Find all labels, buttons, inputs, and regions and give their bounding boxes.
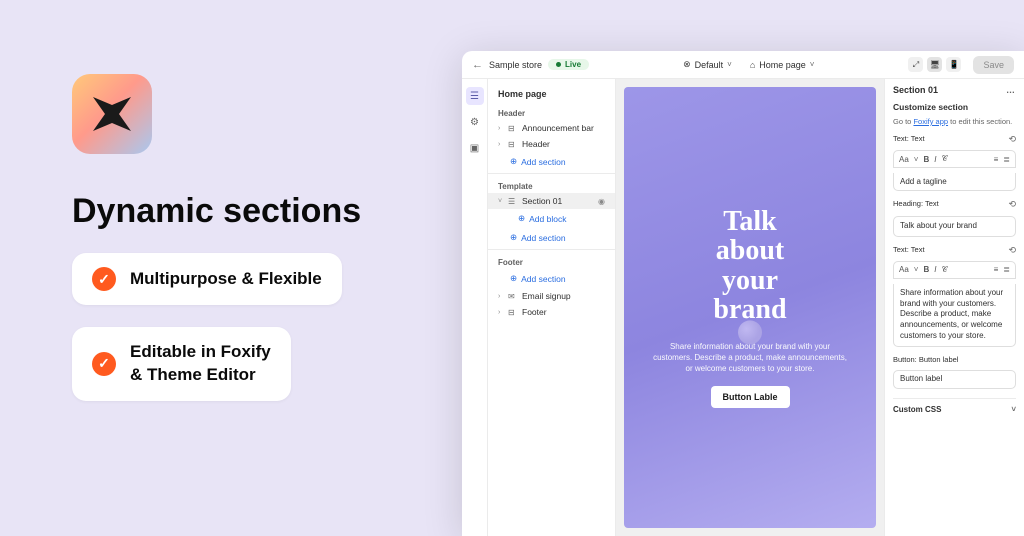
button-label-input[interactable]: Button label — [893, 370, 1016, 389]
hero-description: Share information about your brand with … — [650, 341, 850, 375]
tree-row-email-signup[interactable]: ›✉Email signup — [488, 288, 615, 304]
tree-row-section01[interactable]: ˅☰Section 01◉ — [488, 193, 615, 209]
canvas: Talk about your brand Share information … — [616, 79, 884, 536]
field-label-text2: Text: Text⟲ — [893, 245, 1016, 256]
page-dropdown[interactable]: ⌂ Home page ˅ — [750, 59, 815, 70]
fullscreen-icon[interactable]: ⤢ — [908, 57, 923, 72]
tree-row-header[interactable]: ›⊟Header — [488, 136, 615, 152]
chevron-down-icon: ˅ — [727, 60, 732, 69]
fox-icon — [89, 91, 135, 137]
reset-icon[interactable]: ⟲ — [1008, 245, 1016, 256]
desktop-icon[interactable]: 🖥 — [927, 57, 942, 72]
feature-card: Editable in Foxify & Theme Editor — [72, 327, 291, 401]
chevron-down-icon: ˅ — [810, 60, 815, 69]
customize-note: Go to Foxify app to edit this section. — [893, 117, 1016, 126]
home-icon: ⌂ — [750, 60, 755, 70]
tree-group-header: Header — [488, 103, 615, 120]
reset-icon[interactable]: ⟲ — [1008, 199, 1016, 210]
sections-rail-icon[interactable]: ☰ — [466, 87, 484, 105]
tree-row-announcement[interactable]: ›⊟Announcement bar — [488, 120, 615, 136]
more-icon[interactable]: … — [1006, 85, 1016, 95]
app-window: ← Sample store Live ⊗ Default ˅ ⌂ Home p… — [462, 51, 1024, 536]
reset-icon[interactable]: ⟲ — [1008, 134, 1016, 145]
tree-row-footer[interactable]: ›⊟Footer — [488, 304, 615, 320]
check-circle-icon — [92, 267, 116, 291]
custom-css-accordion[interactable]: Custom CSS˅ — [893, 398, 1016, 414]
hero-button[interactable]: Button Lable — [711, 386, 790, 408]
feature-text: Editable in Foxify & Theme Editor — [130, 341, 271, 387]
field-label-button: Button: Button label — [893, 355, 1016, 364]
heading-input[interactable]: Talk about your brand — [893, 216, 1016, 237]
check-circle-icon — [92, 352, 116, 376]
body-text-input[interactable]: Share information about your brand with … — [893, 284, 1016, 347]
field-label-heading: Heading: Text⟲ — [893, 199, 1016, 210]
add-block-link[interactable]: ⊕Add block — [488, 209, 615, 228]
back-icon[interactable]: ← — [472, 59, 483, 71]
section-tree: Home page Header ›⊟Announcement bar ›⊟He… — [488, 79, 616, 536]
mobile-icon[interactable]: 📱 — [946, 57, 961, 72]
store-name: Sample store — [489, 60, 542, 70]
format-toolbar[interactable]: Aa˅ B I 𝒞 ≡ ≣ — [893, 261, 1016, 279]
foxify-link[interactable]: Foxify app — [913, 117, 948, 126]
feature-card: Multipurpose & Flexible — [72, 253, 342, 305]
visibility-icon: ◉ — [598, 197, 605, 206]
settings-rail-icon[interactable]: ⚙ — [466, 113, 484, 131]
globe-icon: ⊗ — [683, 59, 691, 70]
foxify-logo — [72, 74, 152, 154]
tree-group-template: Template — [488, 176, 615, 193]
tagline-input[interactable]: Add a tagline — [893, 173, 1016, 191]
apps-rail-icon[interactable]: ▣ — [466, 139, 484, 157]
device-switcher: ⤢ 🖥 📱 Save — [908, 56, 1014, 74]
hero-heading: Talk about your brand — [713, 207, 786, 325]
preview-stage: Talk about your brand Share information … — [624, 87, 876, 528]
field-label-text: Text: Text⟲ — [893, 134, 1016, 145]
add-section-link[interactable]: ⊕Add section — [488, 269, 615, 288]
tree-group-footer: Footer — [488, 252, 615, 269]
nav-rail: ☰ ⚙ ▣ — [462, 79, 488, 536]
add-section-link[interactable]: ⊕Add section — [488, 228, 615, 247]
page-title: Dynamic sections — [72, 192, 412, 231]
save-button[interactable]: Save — [973, 56, 1014, 74]
format-toolbar[interactable]: Aa˅ B I 𝒞 ≡ ≣ — [893, 150, 1016, 168]
tree-title: Home page — [488, 85, 615, 103]
live-badge: Live — [548, 59, 589, 70]
language-dropdown[interactable]: ⊗ Default ˅ — [683, 59, 732, 70]
add-section-link[interactable]: ⊕Add section — [488, 152, 615, 171]
feature-text: Multipurpose & Flexible — [130, 268, 322, 291]
inspector-panel: Section 01… Customize section Go to Foxi… — [884, 79, 1024, 536]
app-header: ← Sample store Live ⊗ Default ˅ ⌂ Home p… — [462, 51, 1024, 79]
inspector-title: Section 01… — [893, 85, 1016, 95]
customize-heading: Customize section — [893, 102, 1016, 112]
